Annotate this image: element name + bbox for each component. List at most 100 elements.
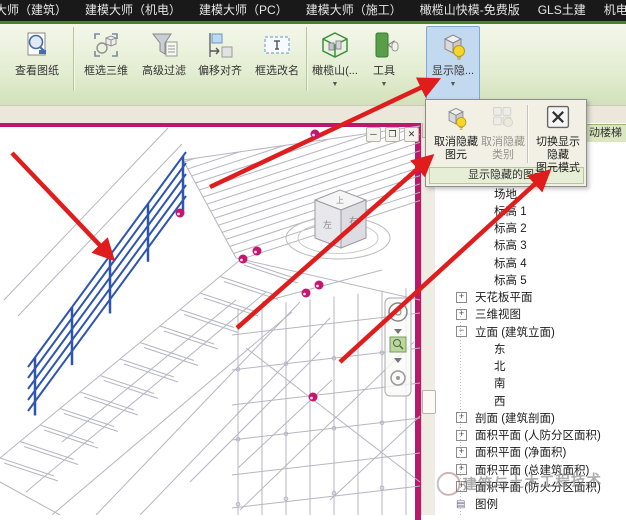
- svg-text:上: 上: [336, 196, 344, 205]
- tree-item-label: 面积平面 (人防分区面积): [475, 430, 601, 442]
- ribbon-button-label: 查看图纸: [15, 65, 59, 77]
- tree-item[interactable]: + 剖面 (建筑剖面): [435, 409, 626, 426]
- app-tab[interactable]: 建模大师（施工）: [297, 0, 411, 21]
- chevron-down-icon[interactable]: ▼: [311, 81, 359, 89]
- dropdown-separator: [527, 105, 528, 163]
- app-tab[interactable]: 建模大师（PC）: [190, 0, 297, 21]
- model-wireframe-view: 上 左 右: [0, 125, 421, 515]
- dropdown-item-label: 切换显示隐藏 图元模式: [536, 136, 580, 174]
- tree-expander-icon[interactable]: +: [456, 291, 467, 303]
- tree-item-label: 标高 1: [494, 205, 527, 218]
- tree-item-label: 面积平面 (净面积): [475, 447, 567, 460]
- tree-item[interactable]: + 三维视图: [435, 306, 626, 323]
- ribbon-button-label: 显示隐...: [431, 65, 475, 77]
- olive-cube-icon: [319, 30, 351, 62]
- tree-item-label: 西: [494, 395, 506, 408]
- box-rename-icon: [261, 30, 293, 62]
- ribbon-separator: [306, 27, 307, 91]
- app-tab[interactable]: 机电通用: [595, 0, 626, 21]
- scrollbar-thumb[interactable]: [422, 390, 436, 414]
- ribbon-button-offset-align[interactable]: 偏移对齐: [192, 26, 248, 106]
- close-icon[interactable]: ✕: [404, 127, 419, 142]
- tree-item-label: 北: [494, 361, 506, 373]
- bulb-cube-icon: [437, 30, 469, 62]
- ribbon-button-olive-mountain[interactable]: 橄榄山(... ▼: [310, 26, 360, 106]
- viewcube: 上 左 右: [285, 189, 391, 260]
- tree-item-label: 标高 4: [494, 257, 527, 270]
- filter-funnel-icon: [148, 30, 180, 62]
- ribbon-button-show-hidden[interactable]: 显示隐... ▼: [426, 26, 480, 106]
- tree-item[interactable]: 标高 4: [435, 254, 626, 271]
- tree-item-label: 标高 3: [494, 240, 527, 253]
- tree-item[interactable]: + 面积平面 (净面积): [435, 444, 626, 461]
- tree-item-label: 东: [494, 343, 506, 356]
- ribbon-button-tools[interactable]: 工具 ▼: [362, 26, 406, 106]
- ribbon-button-box-rename[interactable]: 框选改名: [248, 26, 306, 106]
- tree-item[interactable]: 北: [435, 358, 626, 375]
- svg-text:右: 右: [349, 215, 358, 226]
- tree-item[interactable]: 标高 1: [435, 202, 626, 219]
- restore-icon[interactable]: ❐: [385, 127, 400, 142]
- show-hidden-dropdown: 显示隐藏的图元 取消隐藏 图元 取消隐藏 类别 切换显示隐藏 图元模式: [425, 99, 587, 187]
- ribbon-button-label: 高级过滤: [142, 65, 186, 77]
- svg-text:左: 左: [323, 219, 332, 230]
- background-panel-tab[interactable]: 动楼梯: [584, 124, 626, 142]
- app-tab-bar: 大师（建筑） 建模大师（机电） 建模大师（PC） 建模大师（施工） 橄榄山快模-免费版 G…: [0, 0, 626, 24]
- tree-expander-icon[interactable]: +: [456, 464, 467, 475]
- app-tab[interactable]: GLS土建: [529, 0, 595, 21]
- dropdown-item-label: 取消隐藏 类别: [481, 136, 525, 161]
- ribbon-separator: [73, 27, 74, 91]
- tree-expander-icon[interactable]: +: [456, 429, 467, 441]
- door-tools-icon: [368, 30, 400, 62]
- tree-item[interactable]: 标高 5: [435, 271, 626, 288]
- chevron-down-icon[interactable]: ▼: [363, 81, 405, 89]
- unhide-category-icon: [481, 104, 525, 134]
- tree-item[interactable]: 场地: [435, 185, 626, 202]
- tree-item-label: 天花板平面: [475, 292, 533, 304]
- tree-item[interactable]: ▤ 图例: [435, 496, 626, 513]
- tree-expander-icon[interactable]: +: [456, 412, 467, 424]
- view-window-buttons: ─ ❐ ✕: [366, 127, 419, 142]
- tree-item[interactable]: + 面积平面 (人防分区面积): [435, 427, 626, 444]
- navigation-bar: [384, 297, 412, 397]
- ribbon-button-advanced-filter[interactable]: 高级过滤: [136, 26, 192, 106]
- tree-item[interactable]: 标高 2: [435, 220, 626, 237]
- tree-item-label: 标高 5: [494, 274, 527, 287]
- minimize-icon[interactable]: ─: [366, 127, 381, 142]
- tree-item[interactable]: + 面积平面 (总建筑面积): [435, 461, 626, 478]
- chevron-down-icon[interactable]: ▼: [427, 81, 479, 89]
- magnifier-sheet-icon: [21, 30, 53, 62]
- ribbon-button-label: 偏移对齐: [198, 65, 242, 77]
- tree-item[interactable]: 南: [435, 375, 626, 392]
- ribbon-button-label: 框选改名: [255, 65, 299, 77]
- tree-item[interactable]: − 立面 (建筑立面): [435, 323, 626, 340]
- unhide-element-icon: [434, 104, 478, 134]
- tree-item[interactable]: + 面积平面 (防火分区面积): [435, 478, 626, 495]
- tree-item-label: 南: [494, 378, 506, 391]
- app-tab[interactable]: 大师（建筑）: [0, 0, 76, 21]
- tree-expander-icon[interactable]: +: [456, 446, 467, 458]
- tree-item-label: 立面 (建筑立面): [475, 326, 555, 339]
- tree-item-label: 面积平面 (总建筑面积): [475, 464, 590, 477]
- dropdown-item-unhide-categories: 取消隐藏 类别: [481, 104, 525, 162]
- dropdown-item-toggle-hidden-mode[interactable]: 切换显示隐藏 图元模式: [532, 104, 584, 175]
- tree-expander-icon[interactable]: −: [456, 326, 467, 337]
- tree-item[interactable]: 西: [435, 392, 626, 409]
- offset-align-icon: [204, 30, 236, 62]
- app-tab[interactable]: 建模大师（机电）: [76, 0, 190, 21]
- ribbon-button-view-sheets[interactable]: 查看图纸: [6, 26, 68, 106]
- ribbon: 查看图纸 框选三维 高级过滤 偏移对齐 框选改名 橄榄山(... ▼ 工具 ▼ 显示…: [0, 24, 626, 106]
- tree-expander-icon[interactable]: +: [456, 308, 467, 320]
- tree-item[interactable]: 标高 3: [435, 237, 626, 254]
- tree-guide-line: [460, 307, 461, 515]
- tree-item[interactable]: + 天花板平面: [435, 289, 626, 306]
- dropdown-item-unhide-elements[interactable]: 取消隐藏 图元: [434, 104, 478, 162]
- tree-item[interactable]: 东: [435, 340, 626, 357]
- tree-expander-icon[interactable]: +: [456, 481, 467, 493]
- tree-item-label: 剖面 (建筑剖面): [475, 412, 555, 425]
- dropdown-item-label: 取消隐藏 图元: [434, 136, 478, 161]
- ribbon-button-label: 橄榄山(...: [312, 65, 358, 77]
- app-tab[interactable]: 橄榄山快模-免费版: [411, 0, 529, 21]
- tree-item-label: 三维视图: [475, 309, 521, 322]
- ribbon-button-box-select-3d[interactable]: 框选三维: [78, 26, 134, 106]
